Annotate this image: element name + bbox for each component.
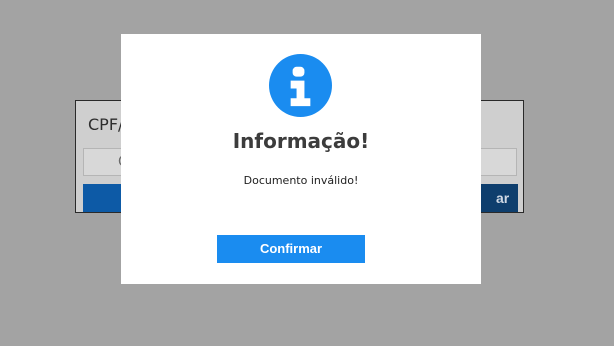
document-field-label: CPF/: [88, 115, 124, 134]
info-dialog: Informação! Documento inválido! Confirma…: [121, 34, 481, 284]
dialog-message: Documento inválido!: [243, 174, 359, 187]
info-icon: [269, 54, 332, 117]
background-secondary-button-label: ar: [496, 190, 510, 206]
dialog-title: Informação!: [232, 129, 370, 153]
confirm-button[interactable]: Confirmar: [217, 235, 365, 263]
